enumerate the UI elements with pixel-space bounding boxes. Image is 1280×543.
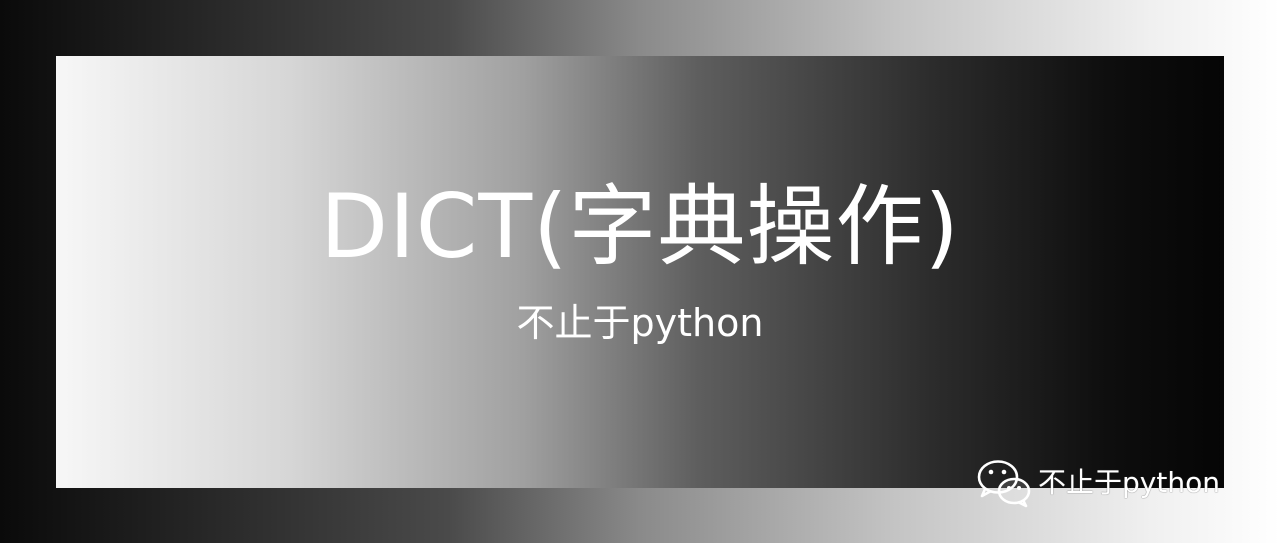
- wechat-icon: [977, 460, 1031, 508]
- watermark: 不止于python: [976, 458, 1220, 508]
- watermark-text: 不止于python: [1038, 466, 1220, 499]
- banner-subtitle: 不止于python: [516, 301, 764, 345]
- banner-title: DICT(字典操作): [320, 175, 960, 278]
